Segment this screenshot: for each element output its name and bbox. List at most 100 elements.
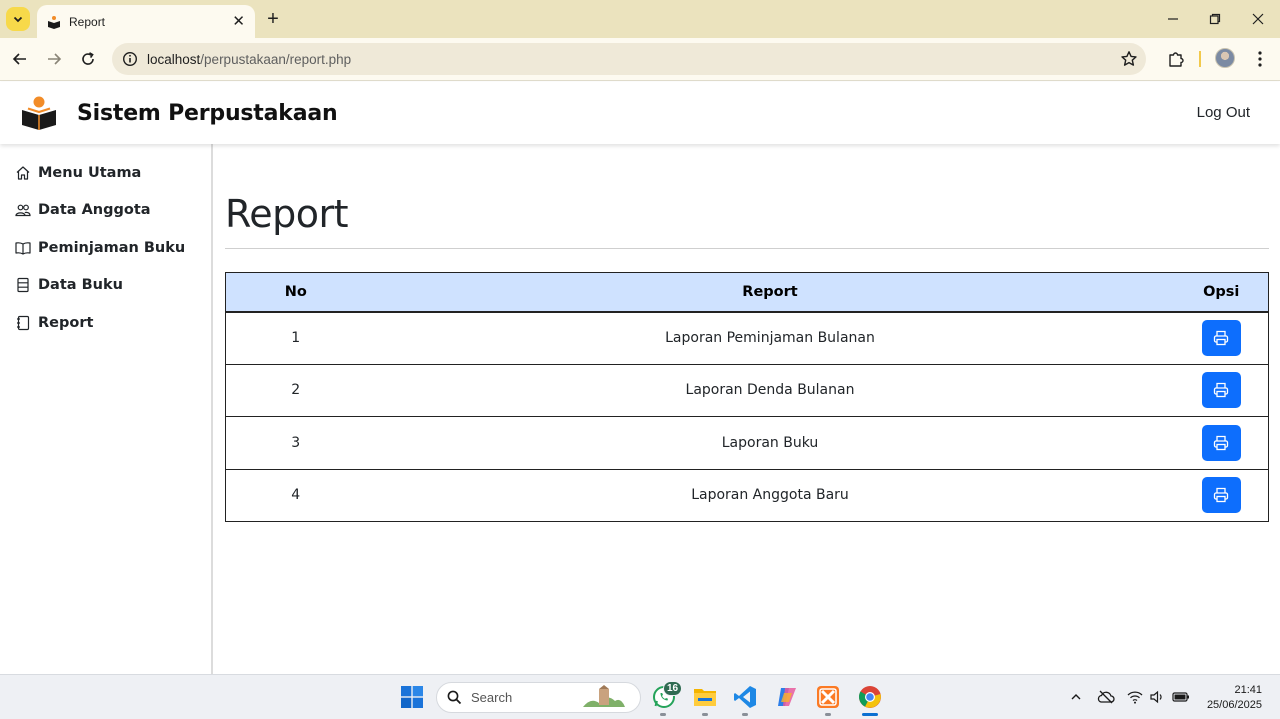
app-header: Sistem Perpustakaan Log Out	[0, 82, 1280, 144]
row-number: 3	[225, 416, 366, 470]
active-app-indicator	[862, 713, 878, 716]
reload-button[interactable]	[77, 48, 99, 70]
search-icon	[447, 690, 462, 705]
options-cell	[1174, 311, 1269, 365]
printer-icon	[1214, 488, 1229, 503]
show-hidden-icons-button[interactable]	[1062, 683, 1090, 711]
sidebar-item-label: Data Anggota	[38, 202, 151, 219]
table-row: 4 Laporan Anggota Baru	[225, 469, 1269, 522]
sidebar-item-report[interactable]: Report	[0, 304, 211, 342]
url-host: localhost	[147, 51, 201, 67]
chevron-down-icon	[13, 16, 23, 23]
close-window-button[interactable]	[1247, 8, 1269, 30]
running-indicator	[742, 713, 748, 716]
battery-tray-icon[interactable]	[1167, 683, 1195, 711]
minimize-button[interactable]	[1162, 8, 1184, 30]
report-table: No Report Opsi 1 Laporan Peminjaman Bula…	[225, 272, 1269, 522]
system-clock[interactable]: 21:41 25/06/2025	[1207, 683, 1262, 713]
toolbar-separator	[1199, 51, 1201, 67]
main-content: Report No Report Opsi 1 Laporan Peminjam…	[225, 144, 1269, 522]
book-icon	[15, 241, 31, 255]
sidebar-item-label: Data Buku	[38, 277, 123, 294]
new-tab-button[interactable]: +	[262, 8, 284, 30]
tab-search-button[interactable]	[6, 7, 30, 31]
arrow-left-icon	[12, 53, 26, 65]
row-number: 1	[225, 311, 366, 365]
sidebar-item-label: Report	[38, 314, 94, 331]
table-row: 3 Laporan Buku	[225, 416, 1269, 470]
chrome-taskbar-icon[interactable]	[856, 683, 884, 711]
extensions-button[interactable]	[1165, 48, 1187, 70]
vscode-taskbar-icon[interactable]	[731, 683, 759, 711]
print-button[interactable]	[1201, 320, 1241, 356]
browser-menu-button[interactable]	[1249, 48, 1271, 70]
journal-icon	[17, 315, 30, 330]
site-info-icon[interactable]	[122, 51, 138, 67]
report-name: Laporan Denda Bulanan	[365, 364, 1175, 417]
sidebar-item-data-anggota[interactable]: Data Anggota	[0, 192, 211, 230]
more-vertical-icon	[1258, 51, 1262, 67]
xampp-taskbar-icon[interactable]	[814, 683, 842, 711]
address-bar[interactable]: localhost/perpustakaan/report.php	[112, 43, 1146, 75]
taskbar-search[interactable]: Search	[436, 682, 641, 713]
stack-icon	[17, 278, 29, 293]
copilot-taskbar-icon[interactable]	[773, 683, 801, 711]
report-name: Laporan Anggota Baru	[365, 469, 1175, 522]
folder-icon	[694, 689, 716, 706]
options-cell	[1174, 364, 1269, 417]
report-name: Laporan Peminjaman Bulanan	[365, 311, 1175, 365]
table-header-row: No Report Opsi	[225, 272, 1269, 313]
url-path: /perpustakaan/report.php	[200, 51, 352, 67]
sidebar-item-label: Peminjaman Buku	[38, 239, 186, 256]
library-favicon-icon	[48, 15, 60, 29]
app-title: Sistem Perpustakaan	[77, 101, 338, 126]
printer-icon	[1214, 435, 1229, 450]
copilot-icon	[778, 688, 796, 706]
sidebar-item-data-buku[interactable]: Data Buku	[0, 267, 211, 305]
running-indicator	[825, 713, 831, 716]
report-name: Laporan Buku	[365, 416, 1175, 470]
column-header-no: No	[225, 272, 366, 313]
open-book-reader-icon	[22, 96, 56, 130]
clock-time: 21:41	[1234, 684, 1262, 696]
back-button[interactable]	[9, 48, 31, 70]
os-taskbar: Search 16 21:41 25/06/2025	[0, 674, 1280, 719]
chrome-icon	[859, 686, 881, 708]
search-placeholder: Search	[471, 690, 513, 705]
row-number: 2	[225, 364, 366, 417]
forward-button[interactable]	[43, 48, 65, 70]
sidebar-item-label: Menu Utama	[38, 164, 142, 181]
sidebar-item-peminjaman-buku[interactable]: Peminjaman Buku	[0, 229, 211, 267]
bookmark-star-icon[interactable]	[1120, 50, 1138, 68]
column-header-report: Report	[365, 272, 1175, 313]
search-highlight-icon	[583, 685, 625, 707]
house-icon	[16, 166, 30, 180]
profile-avatar[interactable]	[1215, 48, 1235, 68]
sidebar: Menu Utama Data Anggota Peminjaman Buku …	[0, 144, 213, 674]
browser-tabstrip: Report ✕ +	[0, 0, 1280, 38]
restore-button[interactable]	[1204, 8, 1226, 30]
browser-tab-active[interactable]: Report ✕	[37, 5, 255, 38]
title-divider	[225, 248, 1269, 249]
minimize-icon	[1168, 18, 1178, 20]
printer-icon	[1214, 383, 1229, 398]
tab-title: Report	[69, 14, 106, 29]
tab-close-icon[interactable]: ✕	[232, 14, 245, 29]
start-button[interactable]	[398, 683, 426, 711]
cloud-offline-icon	[1097, 690, 1115, 704]
onedrive-tray-icon[interactable]	[1092, 683, 1120, 711]
people-icon	[15, 204, 31, 217]
windows-logo-icon	[401, 686, 423, 708]
close-icon	[1252, 13, 1264, 25]
print-button[interactable]	[1201, 372, 1241, 409]
print-button[interactable]	[1201, 424, 1241, 461]
file-explorer-taskbar-icon[interactable]	[691, 683, 719, 711]
logout-link[interactable]: Log Out	[1197, 104, 1250, 121]
options-cell	[1174, 469, 1269, 522]
notification-badge: 16	[663, 681, 683, 696]
sidebar-item-menu-utama[interactable]: Menu Utama	[0, 154, 211, 192]
chevron-up-icon	[1071, 694, 1081, 700]
print-button[interactable]	[1201, 477, 1241, 514]
reload-icon	[82, 52, 94, 65]
running-indicator	[702, 713, 708, 716]
